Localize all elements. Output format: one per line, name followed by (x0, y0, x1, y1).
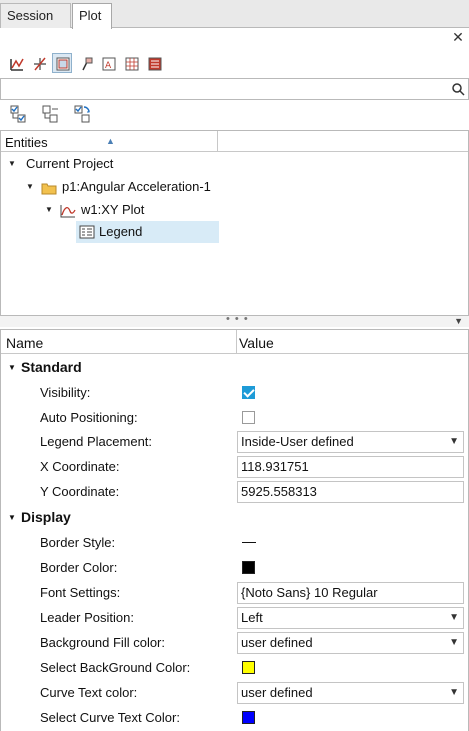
chevron-down-icon: ▼ (449, 637, 459, 648)
legend-box-icon[interactable] (144, 53, 164, 73)
curve-text-color-select[interactable]: user defined ▼ (237, 682, 464, 704)
background-color-swatch[interactable] (242, 661, 255, 674)
search-box (0, 78, 469, 100)
group-standard[interactable]: ▼ Standard (1, 355, 468, 380)
close-icon[interactable]: ✕ (451, 30, 465, 44)
expand-icon[interactable]: ▼ (8, 355, 16, 380)
tab-plot[interactable]: Plot (72, 3, 112, 29)
chevron-down-icon: ▼ (449, 436, 459, 447)
tree-item-page[interactable]: ▼ p1:Angular Acceleration-1 (1, 176, 468, 198)
expand-icon[interactable]: ▼ (8, 505, 16, 530)
list-tree-icon[interactable] (38, 103, 64, 127)
leader-position-select[interactable]: Left ▼ (237, 607, 464, 629)
select-value: Inside-User defined (241, 434, 354, 449)
group-display[interactable]: ▼ Display (1, 505, 468, 530)
prop-legend-placement: Legend Placement: Inside-User defined ▼ (1, 429, 468, 454)
header-icon[interactable]: A (98, 53, 118, 73)
auto-positioning-checkbox[interactable] (242, 411, 255, 424)
prop-label: Y Coordinate: (40, 484, 120, 499)
panel-splitter[interactable]: • • • ▼ (0, 313, 469, 327)
plot-toolbar: A (6, 53, 164, 75)
group-label: Display (21, 509, 71, 525)
prop-label: Font Settings: (40, 585, 121, 600)
tree-toolbar (6, 103, 96, 127)
prop-curve-text-color: Curve Text color: user defined ▼ (1, 680, 468, 705)
search-icon[interactable] (451, 82, 465, 99)
entities-header-label: Entities (5, 135, 48, 150)
curve-text-color-swatch[interactable] (242, 711, 255, 724)
prop-border-color: Border Color: (1, 555, 468, 580)
layout-icon[interactable] (52, 53, 72, 73)
select-value: Left (241, 610, 263, 625)
prop-border-style: Border Style: (1, 530, 468, 555)
border-style-line-icon[interactable] (242, 542, 256, 543)
splitter-handle-icon[interactable]: • • • (226, 313, 249, 325)
name-column-header[interactable]: Name (1, 330, 237, 354)
prop-label: Curve Text color: (40, 685, 138, 700)
collapse-icon[interactable]: ▼ (454, 316, 463, 326)
checklist-icon[interactable] (6, 103, 32, 127)
y-coordinate-input[interactable]: 5925.558313 (237, 481, 464, 503)
tree-item-label: Legend (99, 224, 143, 239)
entities-column-header[interactable]: Entities ▲ (1, 131, 218, 152)
tab-session[interactable]: Session (0, 3, 71, 28)
entity-tree: Entities ▲ ▼ Current Project ▼ p1:Angula… (0, 130, 469, 316)
prop-select-background-color: Select BackGround Color: (1, 655, 468, 680)
prop-x-coordinate: X Coordinate: 118.931751 (1, 454, 468, 479)
xy-plot-icon (60, 203, 76, 225)
sort-ascending-icon: ▲ (106, 136, 115, 146)
prop-background-fill: Background Fill color: user defined ▼ (1, 630, 468, 655)
property-grid-header: Name Value (1, 330, 468, 354)
font-settings-input[interactable]: {Noto Sans} 10 Regular (237, 582, 464, 604)
prop-label: Select Curve Text Color: (40, 710, 180, 725)
tree-header: Entities ▲ (1, 131, 468, 152)
prop-auto-positioning: Auto Positioning: (1, 405, 468, 430)
chevron-down-icon: ▼ (449, 687, 459, 698)
search-input[interactable] (1, 79, 441, 99)
refresh-list-icon[interactable] (70, 103, 96, 127)
x-coordinate-input[interactable]: 118.931751 (237, 456, 464, 478)
visibility-checkbox[interactable] (242, 386, 255, 399)
prop-y-coordinate: Y Coordinate: 5925.558313 (1, 479, 468, 504)
prop-label: Visibility: (40, 385, 91, 400)
expand-icon[interactable]: ▼ (26, 176, 36, 198)
plot-axes-icon[interactable] (6, 53, 26, 73)
property-grid: Name Value ▼ Standard Visibility: Auto P… (0, 329, 469, 731)
background-fill-select[interactable]: user defined ▼ (237, 632, 464, 654)
chevron-down-icon: ▼ (449, 612, 459, 623)
tree-item-label: w1:XY Plot (81, 202, 145, 217)
expand-icon[interactable]: ▼ (8, 153, 18, 175)
grid-icon[interactable] (121, 53, 141, 73)
prop-label: X Coordinate: (40, 459, 120, 474)
tree-item-label: p1:Angular Acceleration-1 (62, 179, 211, 194)
tab-bar: Session Plot (0, 0, 469, 29)
prop-leader-position: Leader Position: Left ▼ (1, 605, 468, 630)
prop-label: Select BackGround Color: (40, 660, 191, 675)
expand-icon[interactable]: ▼ (45, 199, 55, 221)
prop-visibility: Visibility: (1, 380, 468, 405)
group-label: Standard (21, 359, 82, 375)
tree-item-window[interactable]: ▼ w1:XY Plot (1, 199, 468, 221)
prop-font-settings: Font Settings: {Noto Sans} 10 Regular (1, 580, 468, 605)
prop-label: Background Fill color: (40, 635, 165, 650)
value-column-header[interactable]: Value (239, 330, 274, 354)
legend-icon (79, 224, 95, 246)
select-value: user defined (241, 635, 313, 650)
tree-item-legend[interactable]: Legend (76, 221, 219, 243)
legend-placement-select[interactable]: Inside-User defined ▼ (237, 431, 464, 453)
select-value: user defined (241, 685, 313, 700)
border-color-swatch[interactable] (242, 561, 255, 574)
prop-select-curve-text-color: Select Curve Text Color: (1, 705, 468, 730)
prop-label: Border Color: (40, 560, 118, 575)
pin-icon[interactable] (75, 53, 95, 73)
svg-text:A: A (105, 61, 112, 71)
prop-label: Auto Positioning: (40, 410, 138, 425)
prop-label: Legend Placement: (40, 434, 153, 449)
tree-item-current-project[interactable]: ▼ Current Project (1, 153, 468, 175)
tree-item-label: Current Project (26, 156, 114, 171)
prop-label: Border Style: (40, 535, 116, 550)
crosshair-icon[interactable] (29, 53, 49, 73)
prop-label: Leader Position: (40, 610, 134, 625)
